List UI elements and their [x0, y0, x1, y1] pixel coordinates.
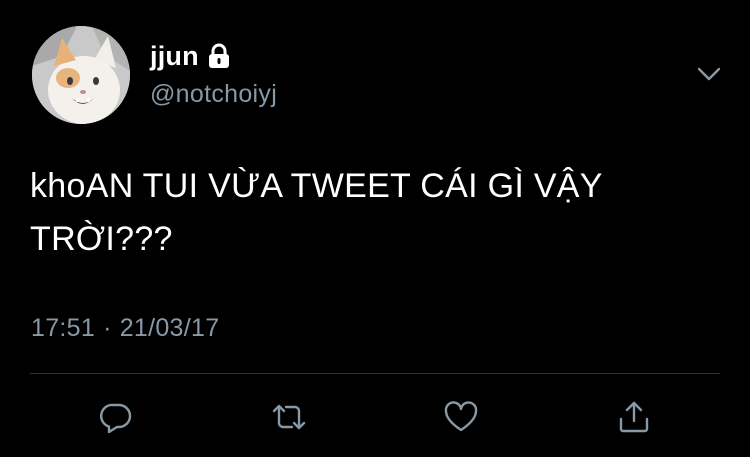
cat-avatar-icon [32, 26, 130, 124]
name-row: jjun [150, 38, 231, 74]
tweet-date: 21/03/17 [119, 314, 220, 342]
heart-icon [444, 401, 478, 432]
tweet-card: jjun @notchoiyj khoAN TUI VỪA TWEET CÁI … [0, 0, 750, 457]
lock-icon [207, 43, 231, 69]
share-button[interactable] [615, 398, 653, 436]
like-button[interactable] [442, 398, 480, 436]
timestamp[interactable]: 17:51 · 21/03/17 [31, 314, 219, 343]
tweet-time: 17:51 [31, 314, 96, 342]
user-handle[interactable]: @notchoiyj [150, 80, 277, 109]
chevron-down-icon[interactable] [694, 62, 724, 86]
timestamp-separator: · [103, 314, 112, 342]
retweet-icon [272, 404, 306, 430]
avatar[interactable] [32, 26, 130, 124]
divider [30, 373, 720, 374]
share-icon [619, 401, 649, 433]
tweet-text: khoAN TUI VỪA TWEET CÁI GÌ VẬY TRỜI??? [30, 167, 603, 258]
reply-button[interactable] [97, 398, 135, 436]
retweet-button[interactable] [270, 398, 308, 436]
display-name[interactable]: jjun [150, 41, 199, 72]
reply-icon [100, 403, 132, 434]
